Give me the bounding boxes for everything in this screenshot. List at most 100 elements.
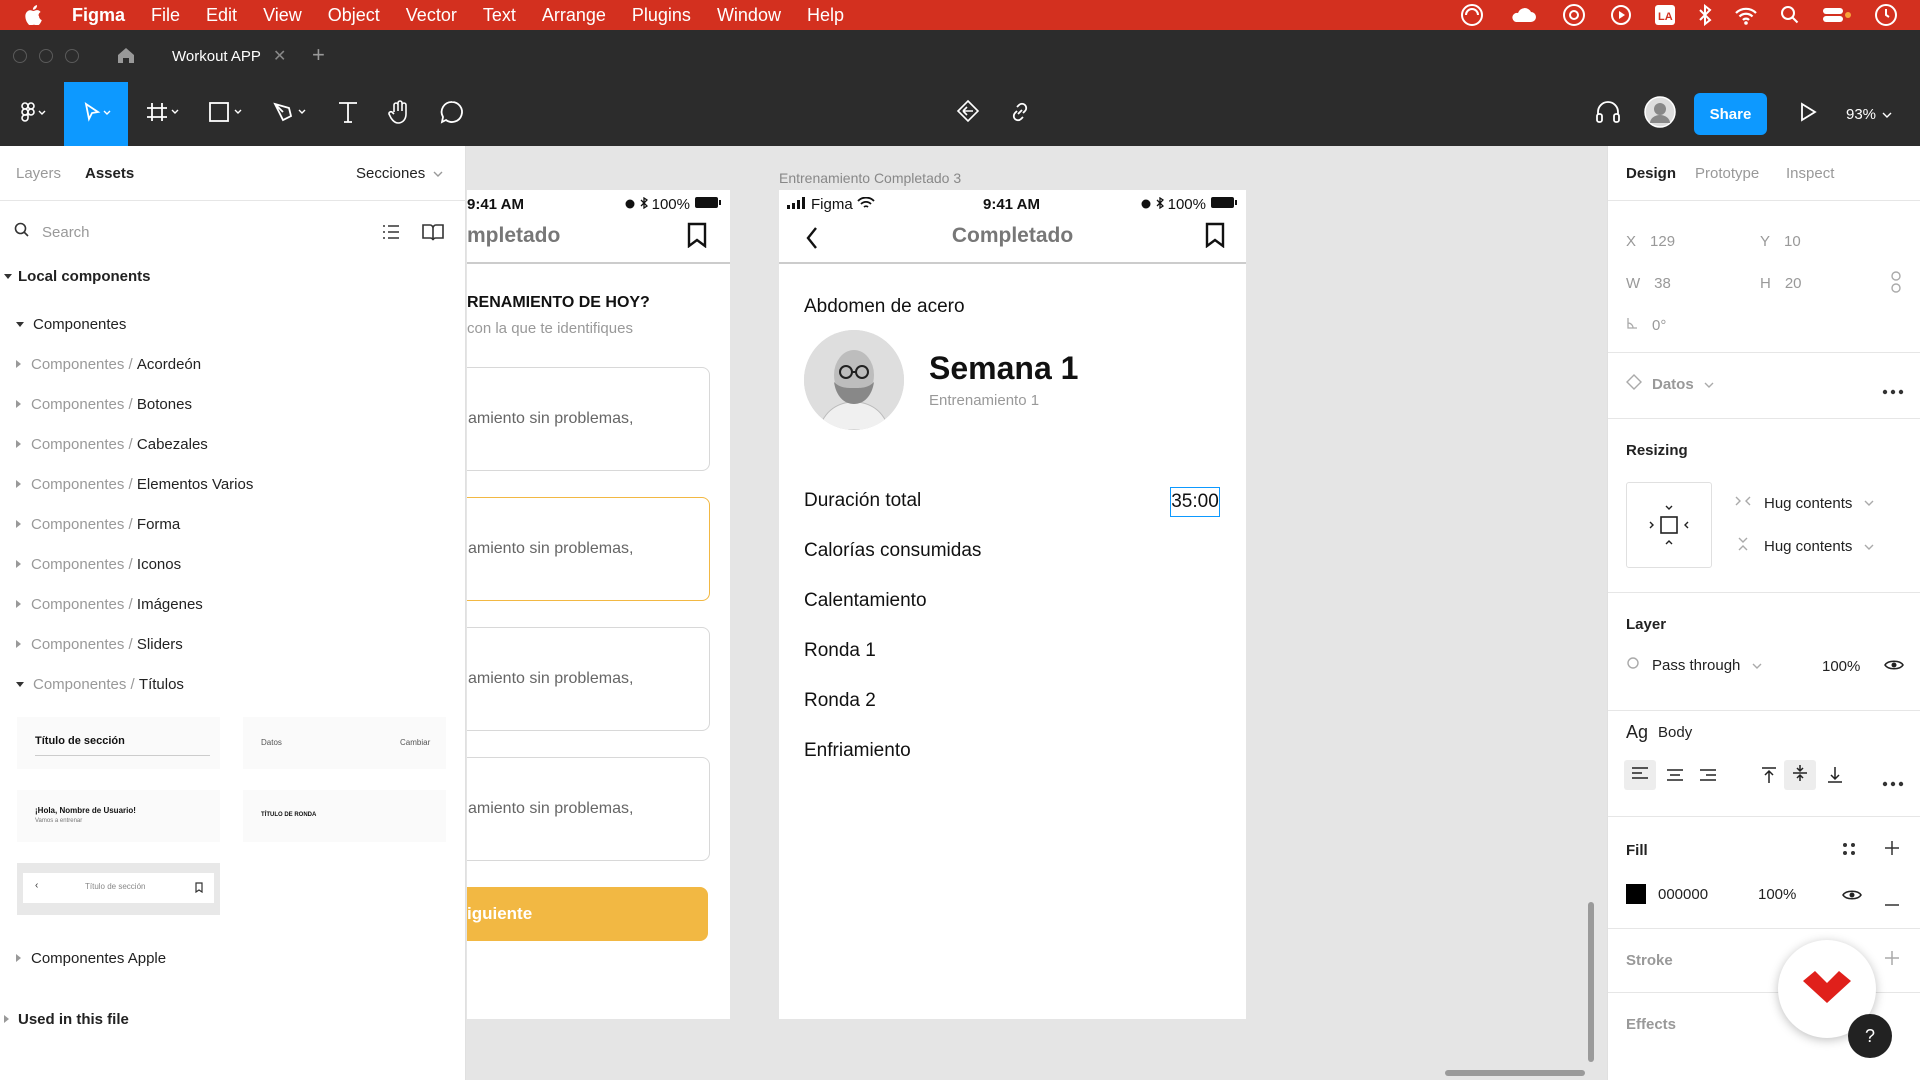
move-tool-button[interactable] (64, 82, 128, 146)
main-menu-button[interactable] (8, 82, 58, 146)
align-center-icon[interactable] (1666, 768, 1684, 787)
blend-mode-dropdown[interactable]: Pass through (1626, 656, 1762, 675)
align-left-button[interactable] (1624, 760, 1656, 790)
componentes-group[interactable]: Componentes (0, 306, 466, 342)
tab-design[interactable]: Design (1626, 165, 1676, 182)
frame-seleccion-entrenamiento[interactable]: 9:41 AM 100% mpletado RENAMIENTO DE HOY?… (467, 190, 730, 1019)
menu-plugins[interactable]: Plugins (632, 5, 691, 26)
frame-entrenamiento-completado[interactable]: Figma 9:41 AM 100% Completado Abdomen de… (779, 190, 1246, 1019)
tab-prototype[interactable]: Prototype (1695, 165, 1759, 182)
component-thumb-datos[interactable]: Datos Cambiar (243, 717, 446, 769)
local-components-header[interactable]: Local components (0, 258, 466, 294)
duration-value-selected[interactable]: 35:00 (1170, 487, 1220, 517)
window-close-button[interactable] (13, 49, 27, 63)
adobe-cc-icon[interactable] (1560, 3, 1588, 27)
eye-icon[interactable] (1842, 888, 1862, 907)
vertical-scrollbar[interactable] (1588, 902, 1594, 1062)
group-cabezales[interactable]: Componentes / Cabezales (0, 426, 466, 462)
close-tab-icon[interactable]: ✕ (273, 46, 286, 66)
component-thumb-titulo-seccion[interactable]: Título de sección (17, 717, 220, 769)
group-titulos[interactable]: Componentes / Títulos (0, 666, 466, 702)
tab-layers[interactable]: Layers (16, 165, 61, 182)
vertical-resizing-dropdown[interactable]: Hug contents (1734, 536, 1874, 557)
share-button[interactable]: Share (1694, 93, 1767, 135)
bookmark-icon[interactable] (687, 222, 707, 253)
eye-icon[interactable] (1884, 658, 1904, 677)
bookmark-icon[interactable] (1205, 222, 1225, 253)
apple-icon[interactable] (18, 5, 48, 25)
shape-tool-button[interactable] (202, 82, 252, 146)
pen-tool-button[interactable] (266, 82, 316, 146)
group-iconos[interactable]: Componentes / Iconos (0, 546, 466, 582)
play-circle-icon[interactable] (1610, 4, 1632, 26)
option-card[interactable]: amiento sin problemas, (467, 757, 710, 861)
la-app-icon[interactable]: LA (1654, 4, 1676, 26)
menu-window[interactable]: Window (717, 5, 781, 26)
component-instance-dropdown[interactable]: Datos (1626, 374, 1714, 395)
menu-file[interactable]: File (151, 5, 180, 26)
new-tab-icon[interactable]: + (312, 42, 325, 68)
canvas[interactable]: 9:41 AM 100% mpletado RENAMIENTO DE HOY?… (467, 146, 1607, 1080)
comment-tool-button[interactable] (434, 82, 470, 146)
siguiente-button[interactable]: iguiente (467, 887, 708, 941)
group-acordeon[interactable]: Componentes / Acordeón (0, 346, 466, 382)
used-in-file-header[interactable]: Used in this file (0, 1001, 466, 1037)
link-button[interactable] (1002, 82, 1038, 146)
search-input[interactable]: Search (42, 224, 90, 241)
group-botones[interactable]: Componentes / Botones (0, 386, 466, 422)
menu-help[interactable]: Help (807, 5, 844, 26)
text-style-row[interactable]: Ag Body (1626, 722, 1692, 743)
fill-opacity-input[interactable]: 100% (1758, 886, 1796, 903)
group-forma[interactable]: Componentes / Forma (0, 506, 466, 542)
y-position-field[interactable]: Y 10 (1760, 226, 1880, 256)
width-field[interactable]: W 38 (1626, 268, 1746, 298)
layer-opacity-input[interactable]: 100% (1822, 658, 1860, 675)
frame-tool-button[interactable] (138, 82, 188, 146)
group-imagenes[interactable]: Componentes / Imágenes (0, 586, 466, 622)
align-top-icon[interactable] (1760, 766, 1778, 789)
component-thumb-hola-usuario[interactable]: ¡Hola, Nombre de Usuario! Vamos a entren… (17, 790, 220, 842)
rotation-field[interactable]: 0° (1626, 310, 1746, 340)
tab-workout-app[interactable]: Workout APP ✕ (138, 30, 298, 82)
option-card[interactable]: amiento sin problemas, (467, 367, 710, 471)
menu-object[interactable]: Object (328, 5, 380, 26)
menu-vector[interactable]: Vector (406, 5, 457, 26)
search-icon[interactable] (1780, 5, 1800, 25)
more-options-icon[interactable] (1882, 382, 1904, 400)
resizing-preview[interactable] (1626, 482, 1712, 568)
horizontal-resizing-dropdown[interactable]: Hug contents (1734, 494, 1874, 512)
align-bottom-icon[interactable] (1826, 766, 1844, 789)
sections-dropdown[interactable]: Secciones (356, 165, 443, 182)
menu-figma[interactable]: Figma (72, 5, 125, 26)
clock-icon[interactable] (1874, 3, 1898, 27)
option-card-selected[interactable]: amiento sin problemas, (467, 497, 710, 601)
control-center-icon[interactable] (1822, 5, 1852, 25)
window-zoom-button[interactable] (65, 49, 79, 63)
remove-fill-icon[interactable] (1884, 894, 1900, 912)
fill-hex-input[interactable]: 000000 (1658, 886, 1708, 903)
library-book-icon[interactable] (421, 222, 445, 247)
group-elementos-varios[interactable]: Componentes / Elementos Varios (0, 466, 466, 502)
menu-text[interactable]: Text (483, 5, 516, 26)
user-avatar[interactable] (1642, 82, 1678, 146)
height-field[interactable]: H 20 (1760, 268, 1880, 298)
tab-assets[interactable]: Assets (85, 165, 134, 182)
fill-color-swatch[interactable] (1626, 884, 1646, 904)
frame-name-label[interactable]: Entrenamiento Completado 3 (779, 170, 961, 186)
bluetooth-icon[interactable] (1698, 4, 1712, 26)
component-swap-button[interactable] (950, 82, 986, 146)
zoom-dropdown[interactable]: 93% (1846, 82, 1892, 146)
horizontal-scrollbar[interactable] (1445, 1070, 1585, 1076)
option-card[interactable]: amiento sin problemas, (467, 627, 710, 731)
tab-inspect[interactable]: Inspect (1786, 165, 1834, 182)
group-sliders[interactable]: Componentes / Sliders (0, 626, 466, 662)
align-right-icon[interactable] (1699, 768, 1717, 787)
audio-button[interactable] (1590, 82, 1626, 146)
align-middle-button[interactable] (1784, 760, 1816, 790)
text-tool-button[interactable] (332, 82, 364, 146)
creative-cloud-icon[interactable] (1458, 3, 1486, 27)
component-thumb-header-nav[interactable]: ‹ Título de sección (17, 863, 220, 915)
hand-tool-button[interactable] (382, 82, 418, 146)
search-field[interactable]: Search (14, 216, 354, 248)
x-position-field[interactable]: X 129 (1626, 226, 1746, 256)
